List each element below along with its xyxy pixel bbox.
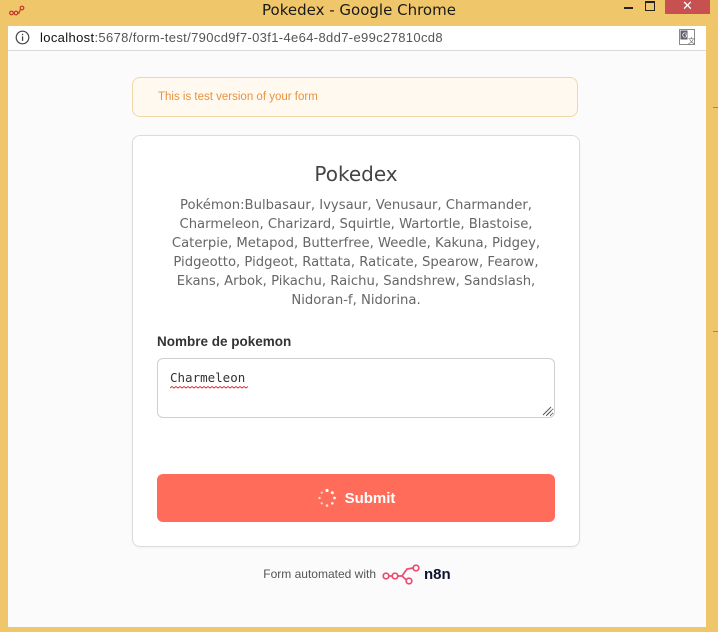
window-edge <box>706 51 718 627</box>
submit-button[interactable]: Submit <box>157 474 555 522</box>
window-title: Pokedex - Google Chrome <box>262 1 456 19</box>
url-host: localhost <box>40 30 95 45</box>
field-label: Nombre de pokemon <box>157 334 292 349</box>
form-description: Pokémon:Bulbasaur, Ivysaur, Venusaur, Ch… <box>171 198 541 308</box>
url-text[interactable]: localhost:5678/form-test/790cd9f7-03f1-4… <box>40 30 443 45</box>
test-version-banner: This is test version of your form <box>132 77 578 117</box>
edge-divider <box>713 331 718 332</box>
pokemon-name-input[interactable]: Charmeleon <box>157 358 555 418</box>
close-icon: ✕ <box>682 0 693 14</box>
svg-text:文: 文 <box>688 36 695 45</box>
url-path: :5678/form-test/790cd9f7-03f1-4e64-8dd7-… <box>94 30 443 45</box>
svg-text:G: G <box>682 32 687 40</box>
window-titlebar: Pokedex - Google Chrome ✕ <box>0 0 718 22</box>
form-title: Pokedex <box>314 162 398 186</box>
spinner-icon <box>317 488 336 507</box>
close-button[interactable]: ✕ <box>665 0 710 14</box>
n8n-brand-text[interactable]: n8n <box>424 566 451 583</box>
banner-text: This is test version of your form <box>158 91 318 103</box>
maximize-button[interactable] <box>644 0 659 12</box>
address-bar[interactable]: localhost:5678/form-test/790cd9f7-03f1-4… <box>8 26 706 51</box>
footer-text: Form automated with <box>263 567 377 581</box>
info-icon[interactable] <box>15 30 30 45</box>
submit-label: Submit <box>344 489 396 507</box>
translate-icon[interactable]: G 文 <box>679 29 695 45</box>
page-content: This is test version of your form Pokede… <box>8 51 706 627</box>
n8n-logo-icon[interactable] <box>382 563 420 585</box>
edge-divider <box>713 107 718 108</box>
form-card: Pokedex Pokémon:Bulbasaur, Ivysaur, Venu… <box>132 135 580 547</box>
minimize-button[interactable] <box>616 0 642 12</box>
footer: Form automated with n8n <box>8 563 706 585</box>
